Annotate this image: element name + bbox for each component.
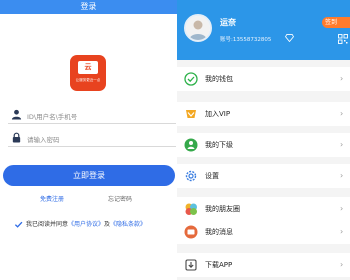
chevron-right-icon: › xyxy=(340,204,344,213)
settings-gear-icon xyxy=(185,170,197,182)
register-link[interactable]: 免费注册 xyxy=(40,194,64,203)
avatar[interactable] xyxy=(184,14,212,42)
forgot-password-link[interactable]: 忘记密码 xyxy=(108,194,132,203)
chevron-right-icon: › xyxy=(340,109,344,118)
agreement-text: 我已阅读并同意《用户协议》及《隐私条款》 xyxy=(26,220,146,229)
agreement-prefix: 我已阅读并同意 xyxy=(26,221,69,228)
username: 运奈 xyxy=(220,18,236,27)
menu-label-wallet: 我的钱包 xyxy=(205,75,233,83)
menu-label-settings: 设置 xyxy=(205,172,219,180)
logo-caption: 让服务更近一点 xyxy=(75,78,101,82)
qr-code-icon[interactable] xyxy=(338,34,348,44)
avatar-person-icon xyxy=(186,16,210,40)
app-logo: 云 让服务更近一点 xyxy=(70,55,106,91)
menu-item-wallet[interactable]: 我的钱包 › xyxy=(177,67,350,91)
password-input[interactable]: 请输入密码 xyxy=(27,134,60,144)
login-screen: 登录 云 让服务更近一点 ID\用户名\手机号 请输入密码 立即登录 免费注册 … xyxy=(0,0,177,280)
chevron-right-icon: › xyxy=(340,74,344,83)
login-header: 登录 xyxy=(0,0,177,14)
profile-header: 运奈 账号:13558732805 签到 xyxy=(177,0,350,60)
username-input[interactable]: ID\用户名\手机号 xyxy=(27,111,77,121)
message-icon xyxy=(184,225,198,239)
chevron-right-icon: › xyxy=(340,260,344,269)
username-field[interactable]: ID\用户名\手机号 xyxy=(8,108,176,124)
app-root: 登录 云 让服务更近一点 ID\用户名\手机号 请输入密码 立即登录 免费注册 … xyxy=(0,0,350,280)
cloud-logo-icon: 云 xyxy=(78,61,98,74)
password-field[interactable]: 请输入密码 xyxy=(8,131,176,147)
menu-item-subordinates[interactable]: 我的下级 › xyxy=(177,133,350,157)
menu-item-vip[interactable]: 加入VIP › xyxy=(177,102,350,126)
menu-label-subordinates: 我的下级 xyxy=(205,141,233,149)
account-number: 账号:13558732805 xyxy=(220,37,272,43)
diamond-icon xyxy=(285,34,294,42)
subordinates-icon xyxy=(184,138,198,152)
menu-label-messages: 我的消息 xyxy=(205,228,233,236)
menu-item-settings[interactable]: 设置 › xyxy=(177,164,350,188)
menu-label-download: 下载APP xyxy=(205,261,233,269)
menu-item-moments[interactable]: 我的朋友圈 › xyxy=(177,197,350,221)
chevron-right-icon: › xyxy=(340,227,344,236)
lock-icon xyxy=(12,132,21,143)
menu-item-download[interactable]: 下载APP › xyxy=(177,253,350,277)
signin-badge[interactable]: 签到 xyxy=(322,17,350,28)
menu-item-messages[interactable]: 我的消息 › xyxy=(177,220,350,244)
privacy-policy-link[interactable]: 《隐私条款》 xyxy=(110,221,146,228)
user-icon xyxy=(11,109,22,120)
menu-label-vip: 加入VIP xyxy=(205,110,231,118)
chevron-right-icon: › xyxy=(340,171,344,180)
moments-icon xyxy=(185,203,197,215)
download-icon xyxy=(185,259,197,271)
menu-label-moments: 我的朋友圈 xyxy=(205,205,240,213)
vip-icon xyxy=(186,110,196,118)
wallet-icon xyxy=(184,72,198,86)
chevron-right-icon: › xyxy=(340,140,344,149)
profile-screen: 运奈 账号:13558732805 签到 我的钱包 › 加入VIP › 我的下级… xyxy=(177,0,350,280)
login-button[interactable]: 立即登录 xyxy=(3,165,175,186)
agreement-checkbox[interactable] xyxy=(14,220,23,229)
user-agreement-link[interactable]: 《用户协议》 xyxy=(68,221,104,228)
